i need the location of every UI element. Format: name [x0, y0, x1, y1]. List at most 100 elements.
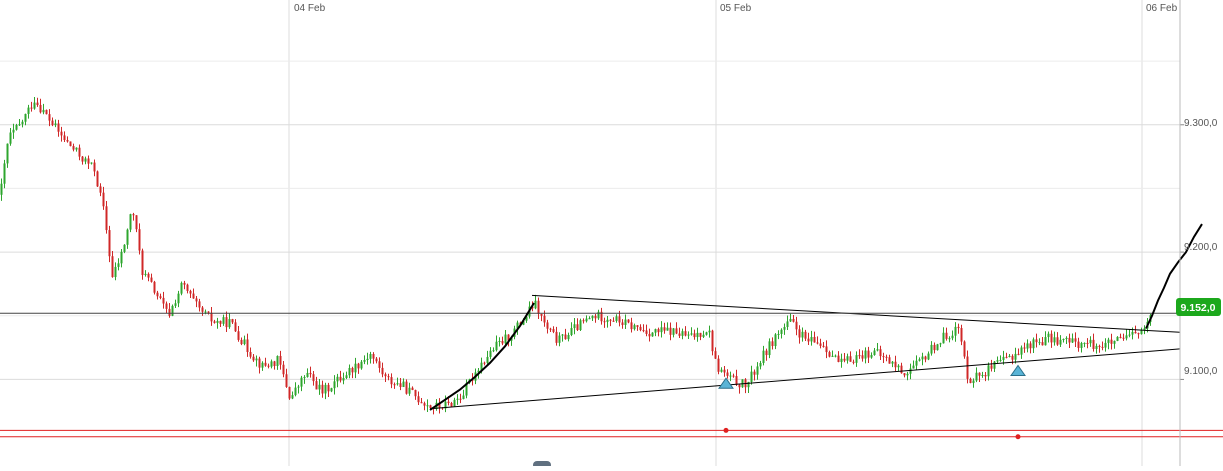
candle-body	[897, 365, 900, 368]
candle-body	[279, 355, 282, 365]
candle-body	[675, 328, 678, 334]
candle-body	[870, 355, 873, 358]
candle-body	[942, 332, 945, 344]
candle-body	[714, 351, 717, 359]
candle-body	[1014, 353, 1017, 360]
candle-body	[789, 318, 792, 322]
candle-body	[405, 381, 408, 394]
candle-body	[393, 384, 396, 386]
candle-body	[234, 322, 237, 332]
candle-body	[1047, 333, 1050, 338]
candle-body	[1011, 355, 1014, 360]
candle-body	[711, 330, 714, 352]
candle-body	[69, 141, 72, 147]
candle-body	[855, 355, 858, 363]
candle-body	[1098, 345, 1101, 347]
candle-body	[450, 403, 453, 407]
candle-body	[1104, 342, 1107, 348]
candle-body	[1062, 338, 1065, 340]
candle-body	[57, 123, 60, 132]
candle-body	[975, 372, 978, 381]
candle-body	[399, 383, 402, 388]
rally-curve	[429, 302, 535, 411]
candle-body	[771, 341, 774, 347]
candle-body	[261, 362, 264, 368]
candle-body	[81, 156, 84, 162]
candle-body	[6, 143, 9, 164]
candle-body	[1092, 339, 1095, 349]
candle-body	[609, 319, 612, 321]
candle-body	[1059, 339, 1062, 345]
candle-body	[459, 398, 462, 400]
candle-body	[375, 358, 378, 362]
candle-body	[267, 365, 270, 367]
candle-body	[144, 273, 147, 276]
candle-body	[63, 135, 66, 141]
candle-body	[102, 192, 105, 207]
red-level-dot	[1015, 434, 1021, 440]
candle-body	[960, 328, 963, 342]
candle-body	[576, 324, 579, 331]
candle-body	[1134, 331, 1137, 334]
candle-body	[696, 332, 699, 338]
candle-body	[903, 373, 906, 376]
candle-body	[642, 330, 645, 332]
scroll-handle	[533, 461, 551, 469]
candle-body	[219, 320, 222, 324]
candle-body	[798, 329, 801, 338]
candle-body	[39, 105, 42, 113]
candle-body	[660, 327, 663, 333]
candle-body	[321, 384, 324, 394]
candle-body	[156, 292, 159, 297]
trend-drawings	[0, 223, 1223, 440]
candle-body	[390, 377, 393, 385]
candle-body	[105, 206, 108, 231]
candle-body	[852, 361, 855, 363]
candle-body	[3, 163, 6, 184]
candle-body	[678, 333, 681, 336]
candle-body	[93, 162, 96, 172]
candle-body	[891, 361, 894, 364]
red-level-dot	[723, 427, 729, 433]
candle-body	[864, 350, 867, 359]
candle-body	[813, 336, 816, 343]
candle-body	[360, 361, 363, 369]
candle-body	[345, 375, 348, 379]
candle-body	[819, 343, 822, 346]
candle-body	[78, 147, 81, 157]
candle-body	[90, 162, 93, 164]
candle-body	[795, 321, 798, 330]
candle-body	[861, 355, 864, 359]
candle-body	[1086, 342, 1089, 344]
candle-body	[135, 215, 138, 230]
candle-body	[708, 330, 711, 333]
candle-body	[618, 316, 621, 323]
candle-body	[690, 333, 693, 335]
candle-body	[591, 315, 594, 319]
candle-body	[207, 311, 210, 313]
candle-body	[33, 102, 36, 109]
candle-body	[1020, 347, 1023, 355]
candle-body	[759, 363, 762, 367]
candle-body	[588, 318, 591, 320]
candle-body	[462, 395, 465, 400]
candle-body	[681, 331, 684, 336]
candle-body	[936, 344, 939, 351]
candle-body	[1041, 342, 1044, 346]
candle-body	[648, 333, 651, 337]
candle-body	[303, 377, 306, 379]
candle-body	[363, 360, 366, 362]
candle-body	[1119, 336, 1122, 338]
candle-body	[273, 361, 276, 367]
price-chart[interactable]: 04 Feb 05 Feb 06 Feb 9.300,0 9.200,0 9.1…	[0, 0, 1223, 469]
candle-body	[867, 350, 870, 358]
candle-body	[585, 318, 588, 322]
candle-body	[213, 321, 216, 323]
x-tick-label: 05 Feb	[720, 3, 752, 14]
candle-body	[969, 378, 972, 384]
candle-body	[1032, 339, 1035, 349]
candle-body	[780, 329, 783, 334]
candle-body	[1002, 356, 1005, 360]
candle-body	[18, 124, 21, 126]
chart-canvas[interactable]: 04 Feb 05 Feb 06 Feb 9.300,0 9.200,0 9.1…	[0, 0, 1223, 469]
